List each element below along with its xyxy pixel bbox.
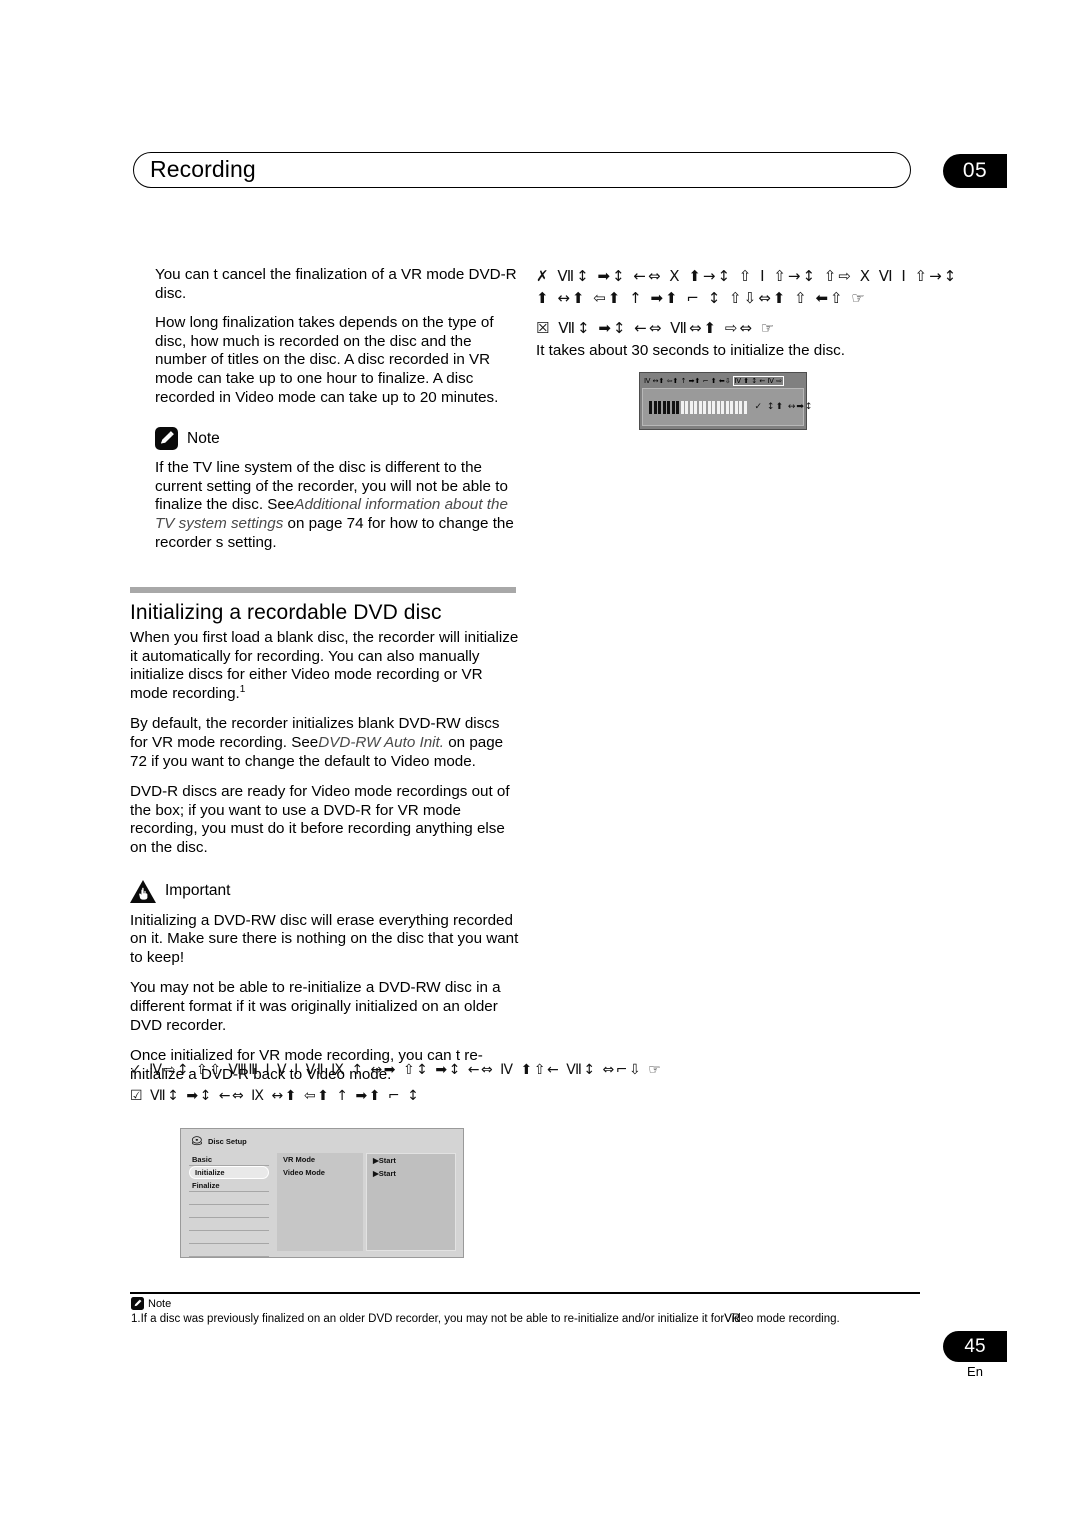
page-language-label: En [967,1364,983,1379]
osd-left-menu: Basic Initialize Finalize . . . . . [189,1153,269,1257]
paragraph-text: When you first load a blank disc, the re… [130,629,519,702]
right-column: ✗ Ⅶ↕ ➡↕ ←⇔ Ⅹ ⬆→↕ ⇧ Ⅰ ⇧→↕ ⇧⇨ Ⅹ Ⅵ Ⅰ ⇧→↕ ⬆ … [536,266,996,373]
important-label: Important [165,882,231,900]
osd-start-label: Start [378,1169,396,1178]
pencil-note-icon [155,427,178,451]
osd-menu-item-empty: . [189,1218,269,1231]
osd-start-vr-mode[interactable]: ▶Start [367,1154,455,1167]
osd-title-label: Disc Setup [208,1137,247,1146]
osd-title-row: Disc Setup [191,1136,247,1147]
note-text: If the TV line system of the disc is dif… [155,459,520,552]
symbol-text-line: ⬆ ↔⬆ ⇦⬆ ↑ ➡⬆ ⌐ ↕ ⇧⇩⇔⬆ ⇧ ⬅⇧ ☞ [536,289,867,307]
progress-bar [649,400,747,414]
page-header: Recording [133,152,913,190]
section-heading: Initializing a recordable DVD disc [130,601,442,624]
osd-menu-item-basic[interactable]: Basic [189,1153,269,1166]
left-column-top: You can t cancel the finalization of a V… [155,266,520,564]
osd-menu-item-empty: . [189,1244,269,1257]
footnote-body-end: mode recording. [753,1313,840,1325]
display-status-symbols: ✓ ↕⬆ ↔➡↕ [754,402,814,412]
osd-options-panel: VR Mode Video Mode [277,1153,363,1251]
display-top-symbols: Ⅳ ↔⬆ ⇦⬆ ↑ ➡⬆ ⌐ ⬆ ⬅⇩ [644,376,731,385]
symbol-text-line: ☒ Ⅶ↕ ➡↕ ←⇔ Ⅶ⇔⬆ ⇨⇔ ☞ [536,319,777,337]
osd-menu-item-empty: . [189,1231,269,1244]
front-panel-display-figure: Ⅳ ↔⬆ ⇦⬆ ↑ ➡⬆ ⌐ ⬆ ⬅⇩ Ⅳ ⬆ ↕ ← Ⅳ ⇨ ✓ ↕⬆ ↔➡↕ [639,372,812,430]
footnote-divider [130,1292,920,1294]
osd-actions-panel: ▶Start ▶Start [366,1153,456,1251]
symbol-text-line: ✗ Ⅶ↕ ➡↕ ←⇔ Ⅹ ⬆→↕ ⇧ Ⅰ ⇧→↕ ⇧⇨ Ⅹ Ⅵ Ⅰ ⇧→↕ [536,267,959,285]
footnote-number: 1. [131,1313,141,1325]
footnote-note-header: Note [131,1297,171,1310]
paragraph: DVD-R discs are ready for Video mode rec… [130,783,510,856]
paragraph: By default, the recorder initializes bla… [130,715,520,771]
osd-menu-item-empty: . [189,1192,269,1205]
disc-icon [191,1136,202,1146]
warning-hand-icon [130,879,156,903]
osd-menu-item-empty: . [189,1205,269,1218]
symbol-text-block: ✓ Ⅳ⇨↕ ⇧⇧ ⅧⅢ Ⅰ Ⅴ Ⅰ ⅤⅡ Ⅸ ↑ ↔➡ ⇧↕ ➡↕ ←⇔ Ⅳ ⬆… [130,1060,830,1106]
note-callout-header: Note [155,427,520,451]
section-divider-rule [130,587,516,593]
left-column-bottom: When you first load a blank disc, the re… [130,629,520,1096]
page-title: Recording [150,156,256,182]
footnote-marker: 1 [239,683,246,695]
osd-start-label: Start [378,1156,396,1165]
important-callout-header: Important [130,879,520,903]
paragraph: You can t cancel the finalization of a V… [155,266,517,302]
important-paragraph: You may not be able to re-initialize a D… [130,979,501,1034]
cross-reference: DVD-RW Auto Init. [318,733,444,751]
initialize-duration-caption: It takes about 30 seconds to initialize … [536,342,845,359]
display-top-boxed-symbols: Ⅳ ⬆ ↕ ← Ⅳ ⇨ [732,375,785,386]
footnote-body: If a disc was previously finalized on an… [140,1313,725,1325]
osd-option-vr-mode[interactable]: VR Mode [277,1153,363,1166]
page-number-tab: 45 [943,1331,1007,1362]
chapter-number-tab: 05 [943,154,1007,188]
osd-menu-item-finalize[interactable]: Finalize [189,1179,269,1192]
disc-setup-screenshot: Disc Setup Basic Initialize Finalize . .… [180,1128,464,1258]
pencil-note-icon [131,1297,144,1310]
paragraph: When you first load a blank disc, the re… [130,629,520,703]
note-label: Note [187,429,220,447]
symbol-text-line: ✓ Ⅳ⇨↕ ⇧⇧ ⅧⅢ Ⅰ Ⅴ Ⅰ ⅤⅡ Ⅸ ↑ ↔➡ ⇧↕ ➡↕ ←⇔ Ⅳ ⬆… [130,1062,663,1078]
important-paragraph: Initializing a DVD-RW disc will erase ev… [130,911,519,966]
display-top-label-row: Ⅳ ↔⬆ ⇦⬆ ↑ ➡⬆ ⌐ ⬆ ⬅⇩ Ⅳ ⬆ ↕ ← Ⅳ ⇨ [642,375,804,386]
osd-start-video-mode[interactable]: ▶Start [367,1167,455,1180]
osd-menu-item-initialize[interactable]: Initialize [189,1166,269,1179]
paragraph: How long finalization takes depends on t… [155,314,499,406]
display-screen: ✓ ↕⬆ ↔➡↕ [642,388,812,426]
footnote-note-label: Note [148,1297,172,1310]
symbol-text-line: ☑ Ⅶ↕ ➡↕ ←⇔ Ⅸ ↔⬆ ⇦⬆ ↑ ➡⬆ ⌐ ↕ [130,1088,421,1104]
osd-option-video-mode[interactable]: Video Mode [277,1166,363,1179]
footnote-text: 1.If a disc was previously finalized on … [131,1313,840,1325]
